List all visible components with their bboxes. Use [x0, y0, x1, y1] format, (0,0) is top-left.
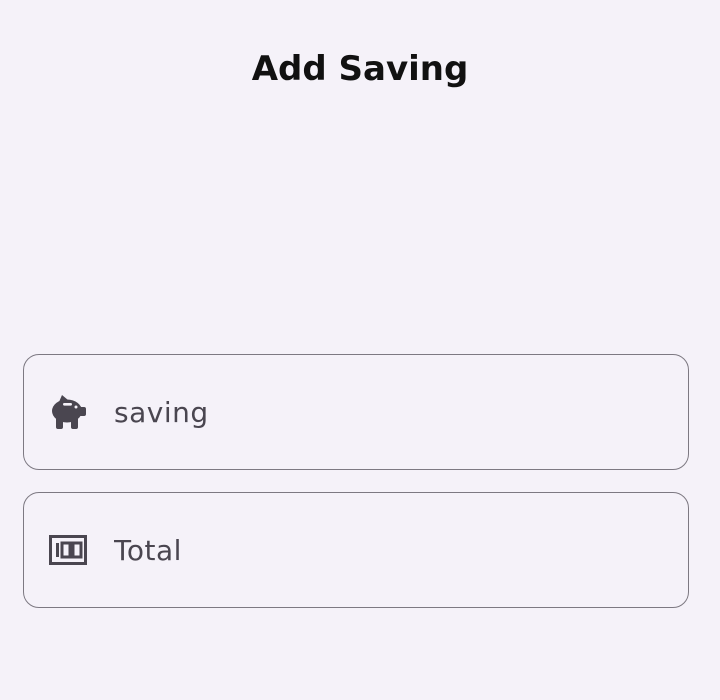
saving-input[interactable]: [114, 382, 688, 442]
page-title: Add Saving: [251, 49, 469, 89]
total-field[interactable]: [23, 492, 689, 608]
saving-field[interactable]: [23, 354, 689, 470]
money-bill-100-icon: [48, 530, 88, 570]
piggy-bank-icon: [48, 392, 88, 432]
total-input[interactable]: [114, 520, 688, 580]
